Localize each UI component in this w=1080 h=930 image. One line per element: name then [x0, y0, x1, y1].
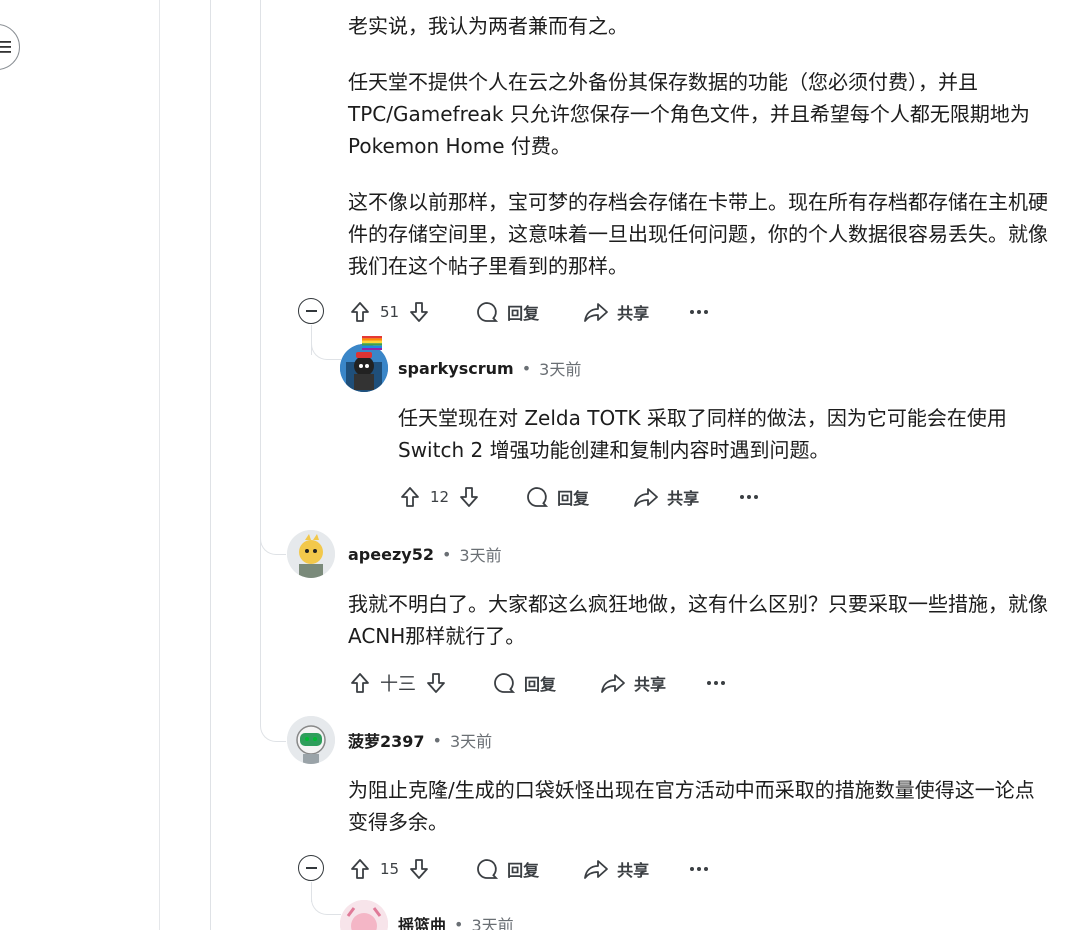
share-label: 共享 [617, 861, 650, 880]
more-dots-icon [690, 867, 709, 871]
more-options-button[interactable] [689, 866, 709, 872]
separator-dot: • [432, 730, 442, 750]
downvote-icon[interactable] [407, 857, 431, 881]
reply-label: 回复 [524, 675, 557, 694]
upvote-icon[interactable] [348, 857, 372, 881]
avatar[interactable] [340, 900, 388, 930]
author-username[interactable]: 菠萝2397 [348, 728, 425, 752]
avatar[interactable] [287, 716, 335, 764]
comment-paragraph: 我就不明白了。大家都这么疯狂地做，这有什么区别？只要采取一些措施，就像ACNH那… [348, 592, 1048, 648]
reply-label: 回复 [507, 304, 540, 323]
vote-controls: 十三 [348, 670, 448, 696]
upvote-icon[interactable] [398, 485, 422, 509]
comment-paragraph: 这不像以前那样，宝可梦的存档会存储在卡带上。现在所有存档都存储在主机硬件的存储空… [348, 190, 1048, 278]
share-button[interactable]: 共享 [633, 485, 699, 509]
reply-button[interactable]: 回复 [492, 671, 556, 695]
reply-button[interactable]: 回复 [475, 300, 539, 324]
vote-score: 十三 [380, 674, 416, 695]
share-label: 共享 [634, 675, 667, 694]
reply-button[interactable]: 回复 [475, 857, 539, 881]
comment-paragraph: 为阻止克隆/生成的口袋妖怪出现在官方活动中而采取的措施数量使得这一论点变得多余。 [348, 778, 1035, 834]
more-dots-icon [707, 681, 726, 685]
more-options-button[interactable] [689, 309, 709, 315]
timestamp[interactable]: 3天前 [459, 542, 501, 566]
reply-label: 回复 [507, 861, 540, 880]
comment-header: sparkyscrum • 3天前 [398, 356, 581, 380]
comment-actions: 51 回复 共享 [348, 296, 709, 328]
left-sidebar [0, 0, 160, 930]
list-menu-icon [0, 41, 11, 53]
timestamp[interactable]: 3天前 [450, 728, 492, 752]
upvote-icon[interactable] [348, 300, 372, 324]
share-arrow-icon [601, 674, 625, 693]
comment-header: 菠萝2397 • 3天前 [348, 728, 492, 752]
comment-header: 摇篮曲 • 3天前 [398, 912, 514, 930]
share-label: 共享 [667, 489, 700, 508]
comment-actions: 12 回复 共享 [398, 481, 759, 513]
comment-body: 老实说，我认为两者兼而有之。 任天堂不提供个人在云之外备份其保存数据的功能（您必… [348, 10, 1048, 282]
comment-bubble-icon [527, 487, 549, 507]
timestamp[interactable]: 3天前 [539, 356, 581, 380]
author-username[interactable]: sparkyscrum [398, 359, 514, 378]
author-username[interactable]: apeezy52 [348, 545, 434, 564]
comment-body: 我就不明白了。大家都这么疯狂地做，这有什么区别？只要采取一些措施，就像ACNH那… [348, 588, 1048, 652]
thread-line [260, 0, 261, 700]
reply-label: 回复 [557, 489, 590, 508]
more-options-button[interactable] [739, 494, 759, 500]
comment-actions: 15 回复 共享 [348, 853, 709, 885]
author-username[interactable]: 摇篮曲 [398, 912, 446, 930]
comment-header: apeezy52 • 3天前 [348, 542, 502, 566]
share-button[interactable]: 共享 [583, 300, 649, 324]
thread-connector [260, 700, 286, 742]
thread-line [210, 0, 211, 930]
reply-button[interactable]: 回复 [525, 485, 589, 509]
thread-connector [260, 525, 286, 555]
separator-dot: • [521, 358, 532, 378]
vote-controls: 15 [348, 857, 431, 881]
share-arrow-icon [584, 303, 609, 322]
vote-controls: 51 [348, 300, 431, 324]
thread-connector [311, 885, 341, 915]
comment-body: 任天堂现在对 Zelda TOTK 采取了同样的做法，因为它可能会在使用 Swi… [398, 402, 1048, 466]
downvote-icon[interactable] [424, 671, 448, 695]
avatar[interactable] [340, 344, 388, 392]
share-arrow-icon [634, 488, 659, 507]
upvote-icon[interactable] [348, 671, 372, 695]
downvote-icon[interactable] [407, 300, 431, 324]
comment-bubble-icon [494, 673, 516, 693]
more-options-button[interactable] [706, 680, 726, 686]
vote-score: 51 [380, 303, 400, 321]
share-button[interactable]: 共享 [583, 857, 649, 881]
vote-score: 12 [430, 488, 450, 506]
vote-controls: 12 [398, 485, 481, 509]
rainbow-flag-icon [362, 336, 382, 350]
more-dots-icon [740, 495, 759, 499]
separator-dot: • [454, 914, 464, 930]
share-label: 共享 [617, 304, 650, 323]
comment-body: 为阻止克隆/生成的口袋妖怪出现在官方活动中而采取的措施数量使得这一论点变得多余。 [348, 774, 1048, 838]
downvote-icon[interactable] [457, 485, 481, 509]
avatar[interactable] [287, 530, 335, 578]
comment-paragraph: 任天堂不提供个人在云之外备份其保存数据的功能（您必须付费），并且TPC/Game… [348, 70, 1030, 158]
separator-dot: • [441, 544, 452, 564]
share-arrow-icon [584, 860, 609, 879]
collapse-thread-button[interactable] [298, 855, 324, 881]
comment-bubble-icon [477, 302, 499, 322]
comment-bubble-icon [477, 859, 499, 879]
thread-connector [311, 330, 341, 360]
timestamp[interactable]: 3天前 [471, 912, 513, 930]
collapse-thread-button[interactable] [298, 298, 324, 324]
vote-score: 15 [380, 860, 400, 878]
comment-actions: 十三 回复 共享 [348, 667, 726, 699]
share-button[interactable]: 共享 [600, 671, 666, 695]
comment-paragraph: 老实说，我认为两者兼而有之。 [348, 14, 628, 38]
more-dots-icon [690, 310, 709, 314]
comment-paragraph: 任天堂现在对 Zelda TOTK 采取了同样的做法，因为它可能会在使用 Swi… [398, 406, 1007, 462]
